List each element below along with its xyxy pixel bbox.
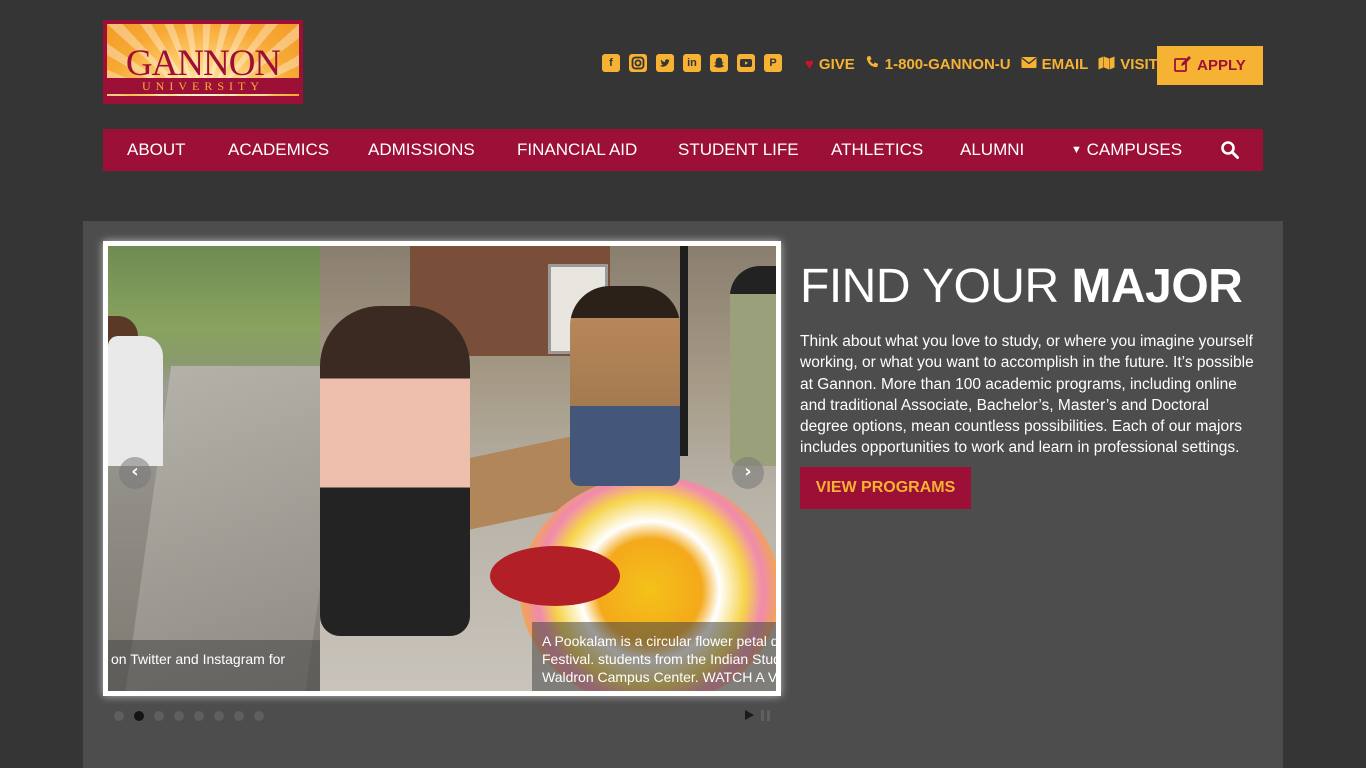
instagram-icon[interactable] — [629, 54, 647, 72]
carousel-caption: A Pookalam is a circular flower petal de… — [532, 622, 776, 691]
carousel-dot[interactable] — [114, 711, 124, 721]
carousel-caption-previous: on Twitter and Instagram for — [108, 640, 320, 691]
give-label: GIVE — [818, 56, 855, 73]
nav-admissions[interactable]: ADMISSIONS — [368, 129, 475, 171]
youtube-icon[interactable] — [737, 54, 755, 72]
carousel-dot[interactable] — [174, 711, 184, 721]
pause-icon[interactable] — [761, 710, 770, 721]
nav-campuses[interactable]: ▼ CAMPUSES — [1071, 129, 1182, 171]
stanchion-post — [680, 246, 688, 456]
linkedin-icon[interactable]: in — [683, 54, 701, 72]
nav-athletics[interactable]: ATHLETICS — [831, 129, 923, 171]
student-arranging-petals — [570, 286, 680, 486]
carousel-dot[interactable] — [214, 711, 224, 721]
snapchat-icon[interactable] — [710, 54, 728, 72]
instagram-glyph — [631, 56, 645, 70]
edit-icon — [1174, 56, 1192, 72]
logo-subtitle: UNIVERSITY — [107, 78, 299, 94]
give-link[interactable]: ♥ GIVE — [805, 56, 855, 74]
phone-link[interactable]: 1-800-GANNON-U — [865, 55, 1011, 75]
carousel-prev-button[interactable]: ‹ — [119, 457, 151, 489]
carousel-viewport: on Twitter and Instagram for A Pookalam … — [108, 246, 776, 691]
utility-links: ♥ GIVE 1-800-GANNON-U EMAIL VISIT — [805, 55, 1158, 75]
twitter-glyph — [660, 59, 670, 67]
carousel-dot[interactable] — [254, 711, 264, 721]
envelope-icon — [1021, 56, 1037, 74]
carousel-dot[interactable] — [194, 711, 204, 721]
email-label: EMAIL — [1041, 56, 1089, 73]
caption-line-3: Waldron Campus Center. WATCH A VIDEO OF … — [542, 669, 776, 685]
student-right-edge — [730, 266, 776, 466]
apply-button[interactable]: APPLY — [1157, 46, 1263, 85]
logo-sunburst: GANNON UNIVERSITY — [107, 24, 299, 96]
nav-campuses-label: CAMPUSES — [1086, 140, 1183, 159]
pinterest-icon[interactable]: P — [764, 54, 782, 72]
phone-icon — [865, 55, 880, 75]
student-shirt — [108, 336, 163, 466]
photo-carousel[interactable]: on Twitter and Instagram for A Pookalam … — [103, 241, 781, 696]
carousel-dot-active[interactable] — [134, 711, 144, 721]
facebook-icon[interactable]: f — [602, 54, 620, 72]
nav-alumni[interactable]: ALUMNI — [960, 129, 1024, 171]
chevron-right-icon: › — [744, 461, 752, 482]
snapchat-glyph — [713, 57, 725, 68]
phone-glyph — [866, 55, 878, 68]
twitter-icon[interactable] — [656, 54, 674, 72]
map-icon — [1098, 56, 1115, 75]
heading-light: FIND YOUR — [800, 260, 1072, 313]
view-programs-button[interactable]: VIEW PROGRAMS — [800, 467, 971, 509]
chevron-left-icon: ‹ — [131, 461, 139, 482]
caption-line-1: A Pookalam is a circular flower petal de… — [542, 633, 776, 649]
carousel-slide-current: A Pookalam is a circular flower petal de… — [320, 246, 776, 691]
apply-label: APPLY — [1197, 57, 1246, 74]
carousel-next-button[interactable]: › — [732, 457, 764, 489]
search-icon[interactable] — [1220, 140, 1240, 160]
play-icon[interactable] — [745, 710, 754, 720]
heart-icon: ♥ — [805, 56, 814, 73]
red-petals — [490, 546, 620, 606]
carousel-dot[interactable] — [234, 711, 244, 721]
feature-description: Think about what you love to study, or w… — [800, 333, 1254, 457]
visit-label: VISIT — [1120, 56, 1158, 73]
main-nav: ABOUT ACADEMICS ADMISSIONS FINANCIAL AID… — [103, 129, 1263, 171]
youtube-glyph — [740, 59, 752, 67]
heading-bold: MAJOR — [1071, 260, 1243, 313]
social-links: f in P — [602, 54, 782, 72]
gannon-logo[interactable]: GANNON UNIVERSITY — [103, 20, 303, 104]
feature-heading: FIND YOUR MAJOR — [800, 258, 1243, 316]
caption-line-2: Festival. students from the Indian Stude… — [542, 651, 776, 667]
nav-academics[interactable]: ACADEMICS — [228, 129, 329, 171]
nav-student-life[interactable]: STUDENT LIFE — [678, 129, 799, 171]
carousel-dot[interactable] — [154, 711, 164, 721]
visit-link[interactable]: VISIT — [1098, 56, 1158, 75]
caret-down-icon: ▼ — [1071, 144, 1082, 156]
map-glyph — [1098, 56, 1115, 69]
email-link[interactable]: EMAIL — [1021, 56, 1089, 74]
nav-financial-aid[interactable]: FINANCIAL AID — [517, 129, 637, 171]
carousel-dots — [114, 711, 264, 721]
phone-label: 1-800-GANNON-U — [884, 56, 1011, 73]
nav-about[interactable]: ABOUT — [127, 129, 186, 171]
student-kneeling — [320, 306, 470, 636]
envelope-glyph — [1021, 57, 1037, 68]
